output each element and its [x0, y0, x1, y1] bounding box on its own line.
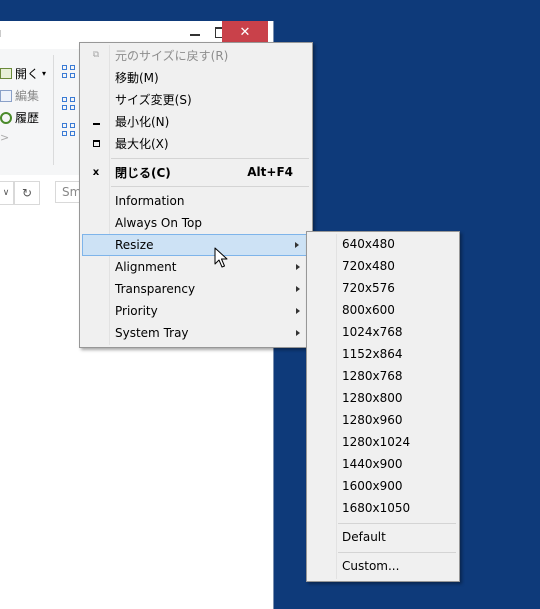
- close-button[interactable]: ✕: [222, 21, 268, 43]
- shortcut-label: Alt+F4: [247, 165, 293, 179]
- refresh-icon: ↻: [21, 186, 33, 200]
- chevron-icon: >: [0, 131, 10, 144]
- submenu-arrow-icon: [296, 286, 300, 292]
- open-label: 開く: [15, 67, 40, 81]
- history-label: 履歴: [15, 111, 40, 125]
- menu-separator: [338, 552, 456, 553]
- menu-item-system-tray[interactable]: System Tray: [82, 322, 310, 344]
- history-button[interactable]: 履歴: [0, 109, 39, 126]
- edit-label: 編集: [15, 89, 40, 103]
- resize-default[interactable]: Default: [309, 526, 457, 548]
- resize-option[interactable]: 1280x960: [309, 409, 457, 431]
- open-button[interactable]: 開く ▾: [0, 65, 46, 82]
- window-title: ı: [0, 26, 1, 40]
- minimize-icon: [82, 110, 110, 132]
- menu-item-priority[interactable]: Priority: [82, 300, 310, 322]
- resize-option[interactable]: 1680x1050: [309, 497, 457, 519]
- menu-item-move[interactable]: 移動(M): [82, 66, 310, 88]
- submenu-arrow-icon: [296, 308, 300, 314]
- menu-item-information[interactable]: Information: [82, 190, 310, 212]
- menu-item-close[interactable]: x 閉じる(C) Alt+F4: [82, 161, 310, 183]
- resize-option[interactable]: 720x480: [309, 255, 457, 277]
- resize-option[interactable]: 1152x864: [309, 343, 457, 365]
- refresh-button[interactable]: ↻: [14, 181, 40, 205]
- edit-icon: [0, 89, 12, 102]
- close-icon: x: [92, 166, 100, 178]
- edit-button[interactable]: 編集: [0, 87, 39, 104]
- ribbon-divider: [53, 55, 54, 165]
- close-icon: ✕: [239, 24, 251, 40]
- menu-item-maximize[interactable]: 最大化(X): [82, 132, 310, 154]
- invert-selection-icon[interactable]: [62, 123, 76, 137]
- resize-option[interactable]: 800x600: [309, 299, 457, 321]
- maximize-icon: [82, 132, 110, 154]
- chevron-down-icon: ∨: [2, 188, 10, 198]
- history-icon: [0, 111, 12, 124]
- minimize-icon: [190, 34, 200, 36]
- menu-separator: [111, 186, 309, 187]
- system-menu: ⧉ 元のサイズに戻す(R) 移動(M) サイズ変更(S) 最小化(N) 最大化(…: [79, 42, 313, 348]
- submenu-arrow-icon: [296, 264, 300, 270]
- resize-custom[interactable]: Custom...: [309, 555, 457, 577]
- submenu-arrow-icon: [296, 330, 300, 336]
- resize-submenu: 640x480 720x480 720x576 800x600 1024x768…: [306, 231, 460, 582]
- submenu-arrow-icon: [295, 242, 299, 248]
- menu-item-resize[interactable]: Resize: [82, 234, 310, 256]
- open-icon: [0, 68, 12, 79]
- menu-item-alignment[interactable]: Alignment: [82, 256, 310, 278]
- menu-separator: [338, 523, 456, 524]
- menu-item-transparency[interactable]: Transparency: [82, 278, 310, 300]
- resize-option[interactable]: 720x576: [309, 277, 457, 299]
- resize-option[interactable]: 1280x1024: [309, 431, 457, 453]
- resize-option[interactable]: 640x480: [309, 233, 457, 255]
- menu-item-restore[interactable]: ⧉ 元のサイズに戻す(R): [82, 44, 310, 66]
- resize-option[interactable]: 1440x900: [309, 453, 457, 475]
- menu-item-minimize[interactable]: 最小化(N): [82, 110, 310, 132]
- resize-option[interactable]: 1024x768: [309, 321, 457, 343]
- menu-item-size[interactable]: サイズ変更(S): [82, 88, 310, 110]
- history-dropdown-button[interactable]: ∨: [0, 181, 14, 205]
- select-all-icon[interactable]: [62, 65, 76, 79]
- resize-option[interactable]: 1280x768: [309, 365, 457, 387]
- mouse-cursor-icon: [214, 247, 228, 268]
- menu-item-always-on-top[interactable]: Always On Top: [82, 212, 310, 234]
- dropdown-arrow-icon: ▾: [42, 69, 47, 78]
- resize-option[interactable]: 1280x800: [309, 387, 457, 409]
- select-none-icon[interactable]: [62, 97, 76, 111]
- menu-separator: [111, 158, 309, 159]
- restore-icon: ⧉: [92, 50, 100, 60]
- resize-option[interactable]: 1600x900: [309, 475, 457, 497]
